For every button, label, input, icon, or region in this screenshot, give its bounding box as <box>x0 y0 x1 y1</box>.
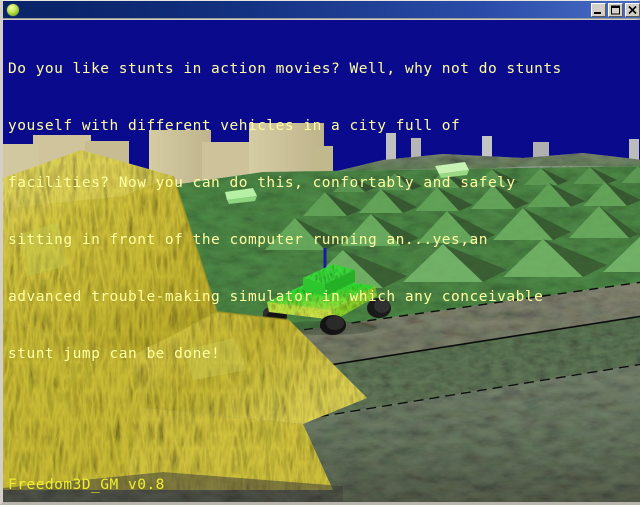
sphere-app-icon <box>7 4 19 16</box>
application-window: Do you like stunts in action movies? Wel… <box>0 0 640 505</box>
window-controls <box>591 3 640 17</box>
minimize-button[interactable] <box>591 3 606 17</box>
maximize-button[interactable] <box>608 3 623 17</box>
title-bar[interactable] <box>3 1 640 19</box>
close-button[interactable] <box>625 3 640 17</box>
3d-scene-viewport[interactable]: Do you like stunts in action movies? Wel… <box>3 20 640 502</box>
scene-render <box>3 20 640 502</box>
